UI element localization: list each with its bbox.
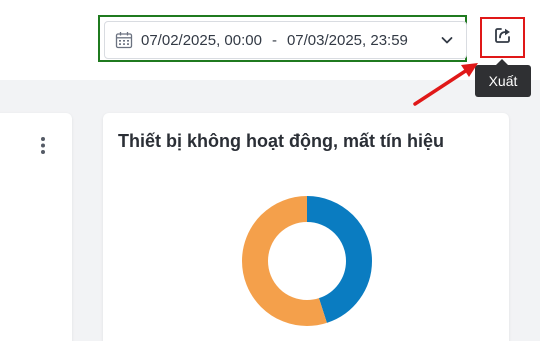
card-title: Thiết bị không hoạt động, mất tín hiệu xyxy=(118,131,444,151)
date-range-start: 07/02/2025, 00:00 xyxy=(141,31,262,49)
donut-chart xyxy=(242,196,372,326)
date-range-end: 07/03/2025, 23:59 xyxy=(286,31,408,49)
annotation-arrow-icon xyxy=(413,63,478,106)
date-range-picker[interactable]: 07/02/2025, 00:00 - 07/03/2025, 23:59 xyxy=(104,21,467,59)
kebab-menu-icon[interactable] xyxy=(36,136,50,156)
calendar-icon xyxy=(115,31,133,49)
date-range-separator: - xyxy=(271,31,277,49)
chevron-down-icon[interactable] xyxy=(439,32,455,48)
export-button[interactable] xyxy=(484,21,521,54)
export-share-icon xyxy=(493,25,513,50)
